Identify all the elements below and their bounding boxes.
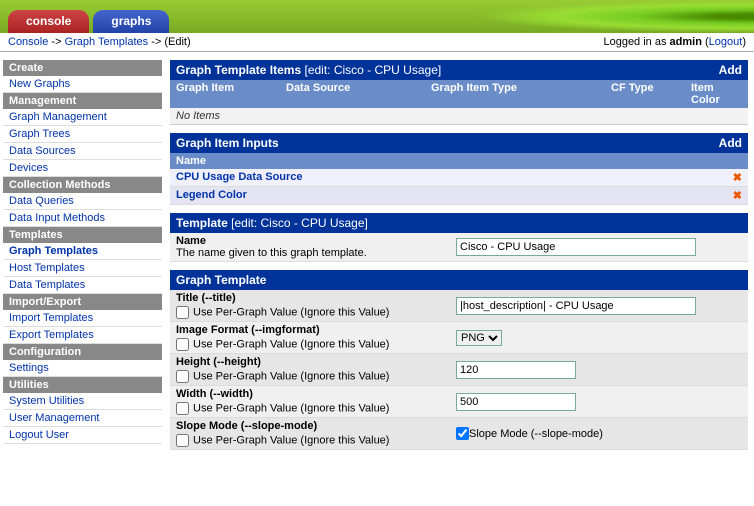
gt-width-input[interactable] <box>456 393 576 411</box>
sidebar-item-import-templates[interactable]: Import Templates <box>3 310 162 327</box>
gii-row-link[interactable]: CPU Usage Data Source <box>176 171 303 184</box>
gt-slope-label: Slope Mode (--slope-mode) <box>176 420 317 432</box>
sidebar-item-user-management[interactable]: User Management <box>3 410 162 427</box>
gt-slope-row: Slope Mode (--slope-mode) Use Per-Graph … <box>170 418 748 450</box>
gti-edit-label: [edit: Cisco - CPU Usage] <box>301 63 441 77</box>
gt-title-input[interactable] <box>456 297 696 315</box>
sidebar: Create New Graphs Management Graph Manag… <box>0 52 168 456</box>
sidebar-item-system-utilities[interactable]: System Utilities <box>3 393 162 410</box>
template-name-help: The name given to this graph template. <box>176 247 367 259</box>
sidebar-item-graph-trees[interactable]: Graph Trees <box>3 126 162 143</box>
graph-item-inputs-header: Graph Item Inputs Add <box>170 133 748 153</box>
gii-row-link[interactable]: Legend Color <box>176 189 247 202</box>
use-per-graph-label: Use Per-Graph Value (Ignore this Value) <box>193 370 389 382</box>
sidebar-header-configuration: Configuration <box>3 344 162 360</box>
sidebar-item-data-sources[interactable]: Data Sources <box>3 143 162 160</box>
gt-width-pergraph-checkbox[interactable] <box>176 402 189 415</box>
gt-imgfmt-row: Image Format (--imgformat) Use Per-Graph… <box>170 322 748 354</box>
use-per-graph-label: Use Per-Graph Value (Ignore this Value) <box>193 402 389 414</box>
gt-height-label: Height (--height) <box>176 356 261 368</box>
gt-title: Graph Template <box>176 273 266 287</box>
gti-title: Graph Template Items <box>176 63 301 77</box>
sidebar-header-import-export: Import/Export <box>3 294 162 310</box>
sidebar-item-data-input-methods[interactable]: Data Input Methods <box>3 210 162 227</box>
sidebar-header-collection-methods: Collection Methods <box>3 177 162 193</box>
logged-in-label: Logged in as <box>603 36 669 48</box>
gt-height-input[interactable] <box>456 361 576 379</box>
template-edit-label: [edit: Cisco - CPU Usage] <box>228 216 368 230</box>
use-per-graph-label: Use Per-Graph Value (Ignore this Value) <box>193 338 389 350</box>
sidebar-item-graph-management[interactable]: Graph Management <box>3 109 162 126</box>
tab-console[interactable]: console <box>8 10 89 33</box>
template-name-input[interactable] <box>456 238 696 256</box>
gt-imgfmt-select[interactable]: PNG <box>456 330 502 346</box>
gt-height-pergraph-checkbox[interactable] <box>176 370 189 383</box>
sidebar-item-data-queries[interactable]: Data Queries <box>3 193 162 210</box>
login-status: Logged in as admin (Logout) <box>603 36 746 48</box>
sidebar-header-utilities: Utilities <box>3 377 162 393</box>
sidebar-item-graph-templates[interactable]: Graph Templates <box>3 243 162 260</box>
breadcrumb-bar: Console -> Graph Templates -> (Edit) Log… <box>0 33 754 52</box>
gt-slope-cb-label: Slope Mode (--slope-mode) <box>469 428 603 440</box>
gii-add-button[interactable]: Add <box>719 136 742 150</box>
sidebar-item-devices[interactable]: Devices <box>3 160 162 177</box>
gt-height-row: Height (--height) Use Per-Graph Value (I… <box>170 354 748 386</box>
col-cf-type: CF Type <box>611 82 691 106</box>
sidebar-item-host-templates[interactable]: Host Templates <box>3 260 162 277</box>
col-graph-item-type: Graph Item Type <box>431 82 611 106</box>
gt-width-label: Width (--width) <box>176 388 253 400</box>
delete-icon[interactable]: ✖ <box>733 189 742 202</box>
top-tabs: console graphs <box>0 0 754 33</box>
sidebar-item-new-graphs[interactable]: New Graphs <box>3 76 162 93</box>
sidebar-header-create: Create <box>3 60 162 76</box>
gii-row: CPU Usage Data Source ✖ <box>170 169 748 187</box>
gti-add-button[interactable]: Add <box>719 63 742 77</box>
sidebar-item-data-templates[interactable]: Data Templates <box>3 277 162 294</box>
col-graph-item: Graph Item <box>176 82 286 106</box>
gti-no-items: No Items <box>170 108 748 125</box>
gt-imgfmt-label: Image Format (--imgformat) <box>176 324 320 336</box>
breadcrumb-console[interactable]: Console <box>8 36 48 48</box>
gt-slope-checkbox[interactable] <box>456 427 469 440</box>
sidebar-item-export-templates[interactable]: Export Templates <box>3 327 162 344</box>
graph-template-items-header: Graph Template Items [edit: Cisco - CPU … <box>170 60 748 80</box>
col-item-color: Item Color <box>691 82 742 106</box>
logged-in-user: admin <box>670 36 702 48</box>
breadcrumb-sep: -> <box>51 36 64 48</box>
breadcrumb-edit: (Edit) <box>164 36 190 48</box>
logout-link[interactable]: Logout <box>709 36 743 48</box>
gt-slope-pergraph-checkbox[interactable] <box>176 434 189 447</box>
gii-name-col: Name <box>170 153 748 169</box>
tab-graphs[interactable]: graphs <box>93 10 169 33</box>
sidebar-header-templates: Templates <box>3 227 162 243</box>
gt-width-row: Width (--width) Use Per-Graph Value (Ign… <box>170 386 748 418</box>
col-data-source: Data Source <box>286 82 431 106</box>
use-per-graph-label: Use Per-Graph Value (Ignore this Value) <box>193 306 389 318</box>
sidebar-item-settings[interactable]: Settings <box>3 360 162 377</box>
template-name-label: Name <box>176 235 206 247</box>
use-per-graph-label: Use Per-Graph Value (Ignore this Value) <box>193 434 389 446</box>
gt-title-row: Title (--title) Use Per-Graph Value (Ign… <box>170 290 748 322</box>
gt-title-label: Title (--title) <box>176 292 236 304</box>
gii-row: Legend Color ✖ <box>170 187 748 205</box>
graph-template-header: Graph Template <box>170 270 748 290</box>
breadcrumb-graph-templates[interactable]: Graph Templates <box>65 36 149 48</box>
template-header: Template [edit: Cisco - CPU Usage] <box>170 213 748 233</box>
gti-columns: Graph Item Data Source Graph Item Type C… <box>170 80 748 108</box>
template-name-row: Name The name given to this graph templa… <box>170 233 748 262</box>
breadcrumb-sep: -> <box>151 36 164 48</box>
template-title: Template <box>176 216 228 230</box>
sidebar-header-management: Management <box>3 93 162 109</box>
sidebar-item-logout-user[interactable]: Logout User <box>3 427 162 444</box>
gt-title-pergraph-checkbox[interactable] <box>176 306 189 319</box>
breadcrumb: Console -> Graph Templates -> (Edit) <box>8 36 191 48</box>
gii-title: Graph Item Inputs <box>176 136 279 150</box>
delete-icon[interactable]: ✖ <box>733 171 742 184</box>
gt-imgfmt-pergraph-checkbox[interactable] <box>176 338 189 351</box>
content: Graph Template Items [edit: Cisco - CPU … <box>168 52 754 456</box>
